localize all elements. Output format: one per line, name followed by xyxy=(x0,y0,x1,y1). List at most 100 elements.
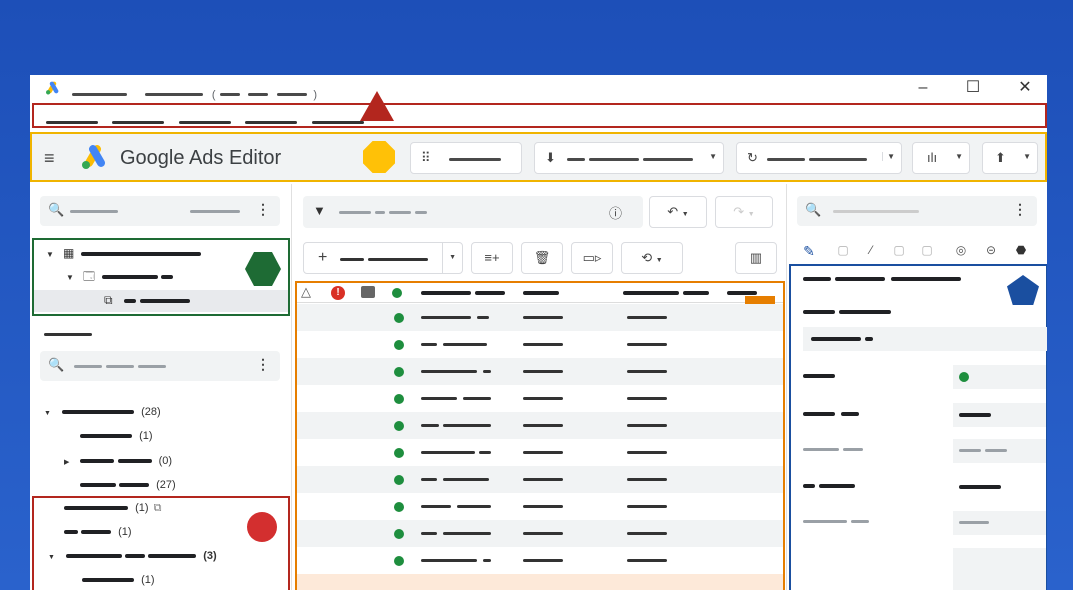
red-circle-marker xyxy=(247,512,277,542)
maximize-button[interactable]: ☐ xyxy=(960,78,986,98)
table-row[interactable] xyxy=(297,466,783,493)
chevron-down-icon: ▼ xyxy=(955,152,963,161)
menu-item-3[interactable] xyxy=(178,121,231,125)
tree-node-2[interactable]: (1) xyxy=(80,430,153,442)
menu-item-5[interactable] xyxy=(311,121,364,125)
tree-node-6[interactable]: (1) xyxy=(64,526,132,538)
name-field[interactable] xyxy=(803,327,1047,351)
tree-node-4[interactable]: (27) xyxy=(80,479,176,491)
chevron-down-icon: ▼ xyxy=(66,273,74,282)
filter-icon: ▼ xyxy=(313,203,326,218)
editor-search[interactable]: 🔍 ⋮ xyxy=(797,196,1037,226)
tree-node-3[interactable]: ▶ (0) xyxy=(64,455,172,467)
stats-button[interactable]: ılı ▼ xyxy=(912,142,970,174)
more-icon[interactable]: ⋮ xyxy=(1013,201,1027,218)
minimize-button[interactable]: – xyxy=(910,78,936,98)
upload-icon: ⬆ xyxy=(995,150,1006,165)
main-toolbar: ≡ Google Ads Editor ⠿ ⬇ ▼ ↻ ▼ ılı ▼ ⬆ ▼ xyxy=(30,132,1047,182)
chevron-down-icon: ▼ xyxy=(747,211,755,218)
filter-bar[interactable]: ▼ ⓘ xyxy=(303,196,643,228)
more-icon[interactable]: ⋮ xyxy=(256,201,270,218)
chevron-down-icon: ▼ xyxy=(882,152,895,161)
tree-row-selected[interactable]: ⧉ xyxy=(34,290,288,312)
bar-chart-icon: ılı xyxy=(927,150,938,165)
field-value[interactable] xyxy=(953,548,1046,590)
table-row[interactable] xyxy=(297,574,783,590)
table-row[interactable] xyxy=(297,358,783,385)
help-icon[interactable]: ⓘ xyxy=(609,203,622,222)
tab-icon-4[interactable]: ▢ xyxy=(889,243,909,263)
tree-row-account[interactable]: ▼ ▦ xyxy=(46,246,202,260)
warning-triangle-icon[interactable]: △ xyxy=(301,284,311,300)
replace-button[interactable]: ⟲ ▼ xyxy=(621,242,683,274)
status-row xyxy=(791,362,1046,392)
type-search[interactable]: 🔍 ⋮ xyxy=(40,351,280,381)
tree-node-1[interactable]: ▼ (28) xyxy=(44,406,161,418)
delete-button[interactable]: 🗑 xyxy=(521,242,563,274)
magic-wand-icon[interactable]: ⁄ xyxy=(861,243,881,263)
status-column-icon[interactable] xyxy=(392,288,402,298)
menu-item-2[interactable] xyxy=(112,121,165,125)
table-row[interactable] xyxy=(297,412,783,439)
table-row[interactable] xyxy=(297,385,783,412)
make-multiple-changes-button[interactable]: ≡+ xyxy=(471,242,513,274)
undo-button[interactable]: ↶ ▼ xyxy=(649,196,707,228)
field-value[interactable] xyxy=(953,475,1046,499)
status-field[interactable] xyxy=(953,365,1046,389)
google-ads-logo-icon xyxy=(46,81,59,95)
account-search[interactable]: 🔍 ⋮ xyxy=(40,196,280,226)
grid-header: △ ! xyxy=(297,283,783,303)
link-icon[interactable]: ⊝ xyxy=(981,243,1001,263)
table-row[interactable] xyxy=(297,439,783,466)
external-link-icon[interactable]: ⧉ xyxy=(154,502,162,514)
tree-node-7[interactable]: ▼ (3) xyxy=(48,550,217,562)
close-button[interactable]: ✕ xyxy=(1012,78,1038,98)
app-name: Google Ads Editor xyxy=(120,147,282,169)
blue-pentagon-marker xyxy=(1007,275,1039,305)
tree-row-subaccount[interactable]: ▼ 🗔 xyxy=(66,268,174,287)
menu-item-4[interactable] xyxy=(245,121,298,125)
columns-icon: ▥ xyxy=(749,250,763,265)
label-icon[interactable]: ⬣ xyxy=(1011,243,1031,263)
tree-node-8[interactable]: (1) xyxy=(82,574,155,586)
table-row[interactable] xyxy=(297,547,783,574)
target-icon[interactable]: ◎ xyxy=(951,243,971,263)
tab-icon-5[interactable]: ▢ xyxy=(917,243,937,263)
hamburger-icon[interactable]: ≡ xyxy=(44,148,55,169)
field-value[interactable] xyxy=(953,403,1046,427)
error-icon[interactable]: ! xyxy=(331,286,345,300)
tab-icon-2[interactable]: ▢ xyxy=(833,243,853,263)
redo-button[interactable]: ↷ ▼ xyxy=(715,196,773,228)
editor-panel: 🔍 ⋮ ✎ ▢ ⁄ ▢ ▢ ◎ ⊝ ⬣ xyxy=(786,184,1047,590)
add-button[interactable]: + ▼ xyxy=(303,242,463,274)
green-hexagon-marker xyxy=(245,252,281,286)
find-replace-icon: ⟲ xyxy=(641,250,653,265)
post-button[interactable]: ⬆ ▼ xyxy=(982,142,1038,174)
account-tree: ▼ ▦ ▼ 🗔 ⧉ xyxy=(32,238,290,316)
table-row[interactable] xyxy=(297,304,783,331)
video-button[interactable]: ▭▹ xyxy=(571,242,613,274)
menu-item-1[interactable] xyxy=(46,121,98,125)
field-row-disabled xyxy=(791,508,1046,538)
field-row xyxy=(791,472,1046,502)
table-row[interactable] xyxy=(297,520,783,547)
field-row-disabled xyxy=(791,436,1046,466)
undo-icon: ↶ xyxy=(667,204,679,219)
redo-icon: ↷ xyxy=(733,204,745,219)
refresh-button[interactable]: ↻ ▼ xyxy=(736,142,902,174)
table-row[interactable] xyxy=(297,493,783,520)
comment-icon[interactable] xyxy=(361,286,375,298)
table-row[interactable] xyxy=(297,331,783,358)
tree-node-5[interactable]: (1) ⧉ xyxy=(64,502,161,515)
chevron-down-icon: ▼ xyxy=(655,257,663,264)
title-bar: ( ) – ☐ ✕ xyxy=(30,75,1047,101)
edit-pencil-icon[interactable]: ✎ xyxy=(799,243,819,263)
field-value-disabled xyxy=(953,439,1046,463)
get-changes-button[interactable]: ⬇ ▼ xyxy=(534,142,724,174)
account-tree-panel: 🔍 ⋮ ▼ ▦ ▼ 🗔 ⧉ 🔍 ⋮ ▼ (28) (1) ▶ (0) (27) … xyxy=(30,184,292,590)
more-icon[interactable]: ⋮ xyxy=(256,356,270,373)
view-button[interactable]: ⠿ xyxy=(410,142,522,174)
columns-button[interactable]: ▥ xyxy=(735,242,777,274)
chevron-down-icon: ▼ xyxy=(681,211,689,218)
chevron-right-icon: ▶ xyxy=(64,459,70,466)
